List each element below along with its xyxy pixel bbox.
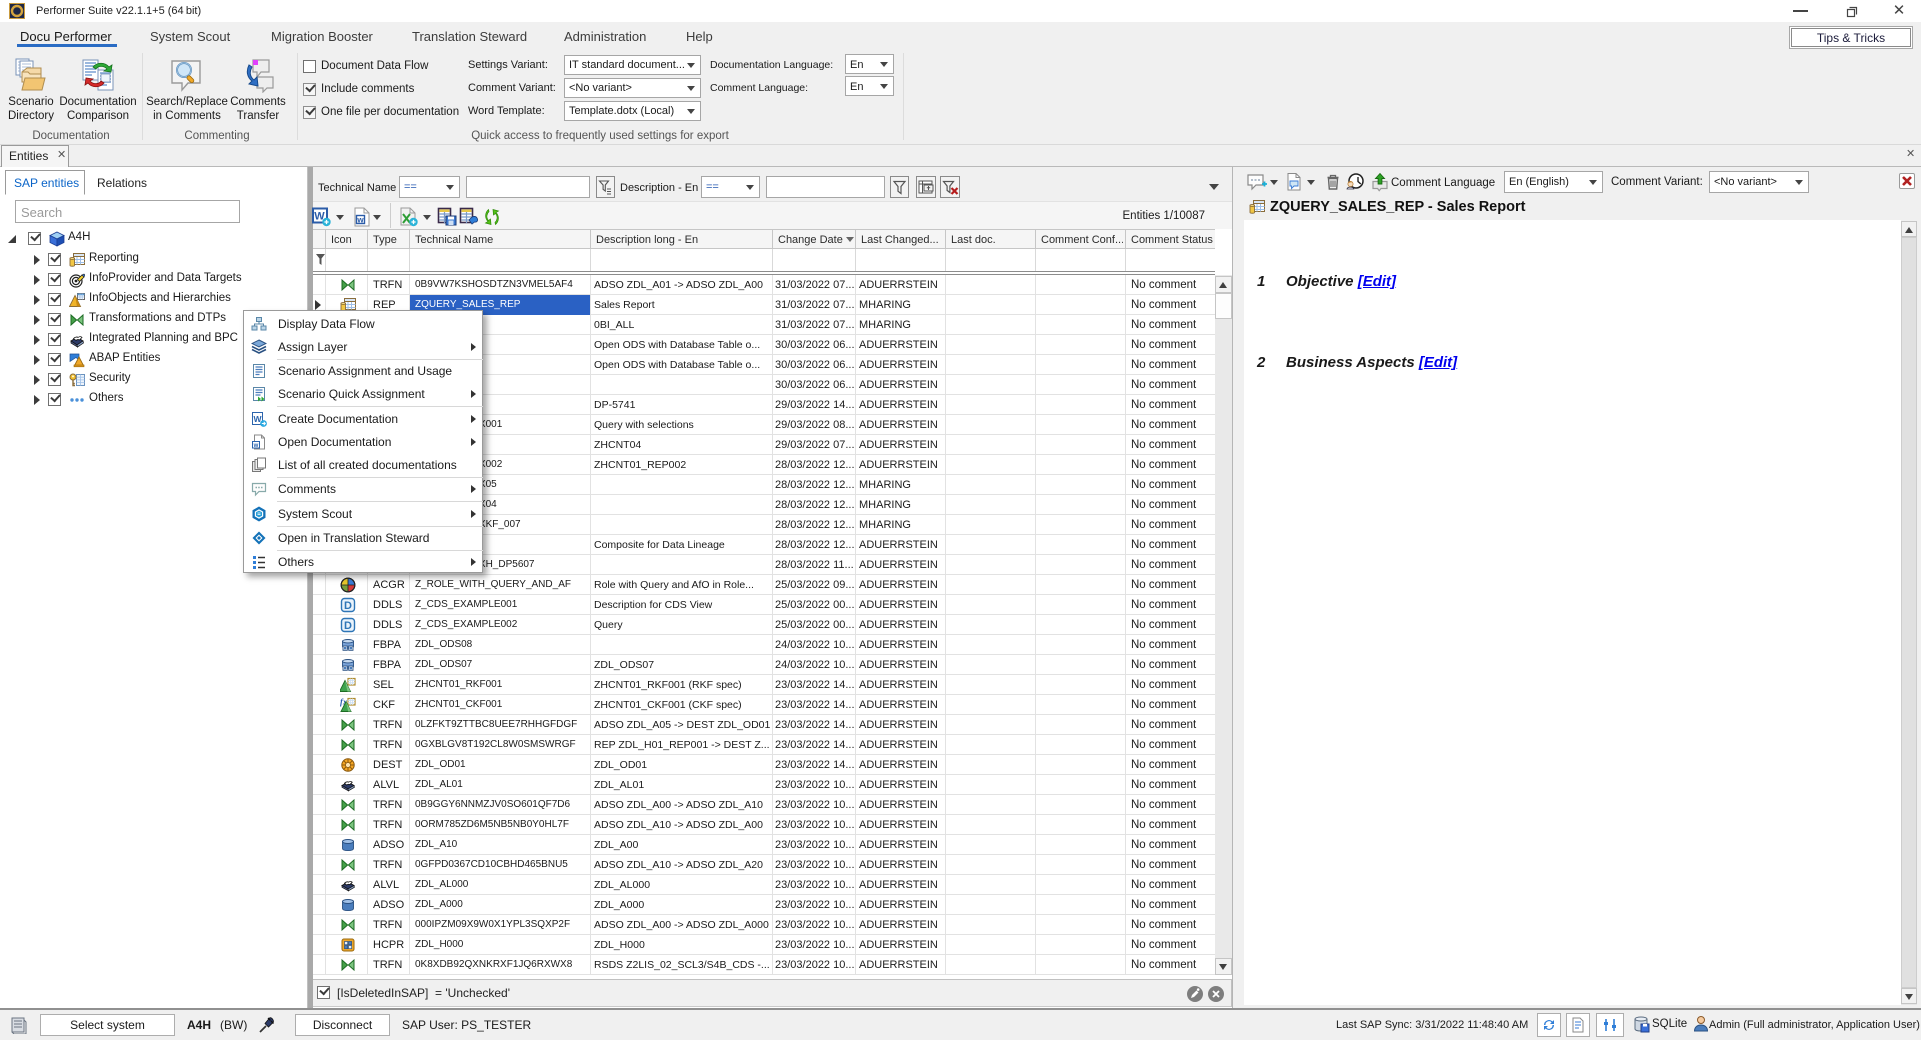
svg-text:D: D xyxy=(344,600,352,612)
svg-text:D: D xyxy=(344,620,352,632)
svg-text:w: w xyxy=(253,443,259,449)
svg-text:w: w xyxy=(356,216,364,225)
